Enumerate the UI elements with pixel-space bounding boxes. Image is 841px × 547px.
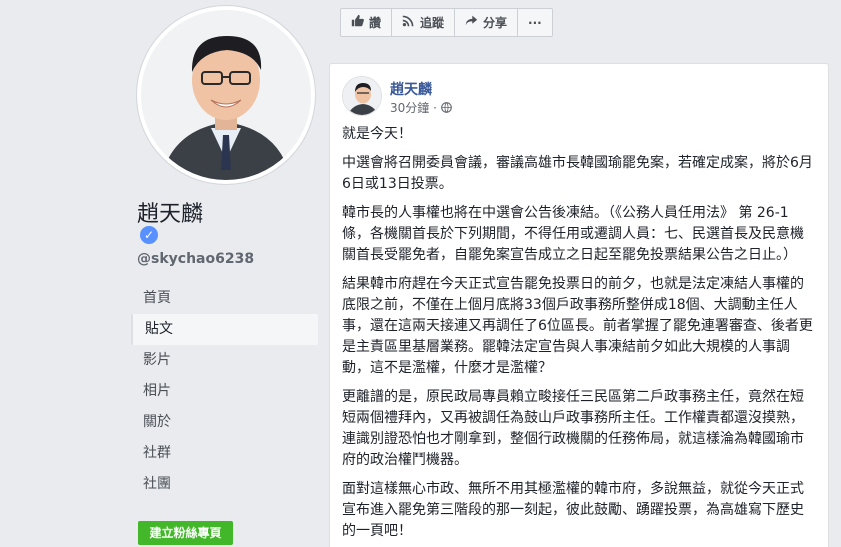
nav-item-posts[interactable]: 貼文 (131, 314, 318, 345)
globe-icon (440, 101, 452, 115)
like-button[interactable]: 讚 (341, 9, 393, 36)
nav-item-about[interactable]: 關於 (131, 407, 318, 438)
post-body: 就是今天！ 中選會將召開委員會議，審議高雄市長韓國瑜罷免案，若確定成案，將於6月… (342, 124, 814, 547)
nav-item-videos[interactable]: 影片 (131, 345, 318, 376)
post-time-text: 30分鐘 · (390, 101, 441, 115)
post-paragraph: 面對這樣無心市政、無所不用其極濫權的韓市府，多說無益，就從今天正式宣布進入罷免第… (342, 481, 804, 539)
rss-icon (402, 14, 415, 31)
profile-photo (141, 10, 311, 180)
more-dots-icon: ··· (528, 15, 542, 30)
nav-item-community[interactable]: 社群 (131, 438, 318, 469)
share-button[interactable]: 分享 (455, 9, 519, 36)
page-sidebar: 趙天麟 ✓ @skychao6238 首頁 貼文 影片 相片 關於 社群 社團 … (0, 0, 328, 547)
post-paragraph: 更離譜的是，原民政局專員賴立畯接任三民區第二戶政事務主任，竟然在短短兩個禮拜內，… (342, 389, 804, 468)
page-name[interactable]: 趙天麟 (137, 196, 203, 228)
post-paragraph: 就是今天！ (342, 126, 412, 142)
page-nav: 首頁 貼文 影片 相片 關於 社群 社團 (131, 283, 318, 500)
thumbs-up-icon (351, 14, 364, 31)
avatar-photo-illustration (141, 10, 311, 180)
post-paragraph: 結果韓市府趕在今天正式宣告罷免投票日的前夕，也就是法定凍結人事權的底限之前，不僅… (342, 276, 813, 376)
page-action-bar: 讚 追蹤 分享 ··· (340, 8, 553, 37)
nav-item-photos[interactable]: 相片 (131, 376, 318, 407)
follow-button[interactable]: 追蹤 (392, 9, 456, 36)
create-page-button[interactable]: 建立粉絲專頁 (138, 521, 233, 545)
more-options-button[interactable]: ··· (518, 9, 552, 36)
share-arrow-icon (465, 14, 478, 31)
nav-item-groups[interactable]: 社團 (131, 469, 318, 500)
profile-picture[interactable] (137, 6, 315, 184)
post-author-name[interactable]: 趙天麟 (390, 79, 432, 99)
like-label: 讚 (369, 16, 382, 30)
nav-item-home[interactable]: 首頁 (131, 283, 318, 314)
author-avatar-illustration (343, 77, 381, 115)
post-card: 趙天麟 30分鐘 · 就是今天！ 中選會將召開委員會議，審議高雄市長韓國瑜罷免案… (329, 63, 829, 547)
share-label: 分享 (483, 16, 508, 30)
follow-label: 追蹤 (420, 16, 445, 30)
post-paragraph: 韓市長的人事權也將在中選會公告後凍結。（《公務人員任用法》 第 26-1 條，各… (342, 205, 804, 263)
post-author-avatar[interactable] (342, 76, 382, 116)
verified-badge-icon: ✓ (140, 226, 158, 244)
page-handle[interactable]: @skychao6238 (137, 251, 254, 267)
post-paragraph: 中選會將召開委員會議，審議高雄市長韓國瑜罷免案，若確定成案，將於6月6日或13日… (342, 155, 813, 192)
post-timestamp[interactable]: 30分鐘 · (390, 99, 452, 116)
